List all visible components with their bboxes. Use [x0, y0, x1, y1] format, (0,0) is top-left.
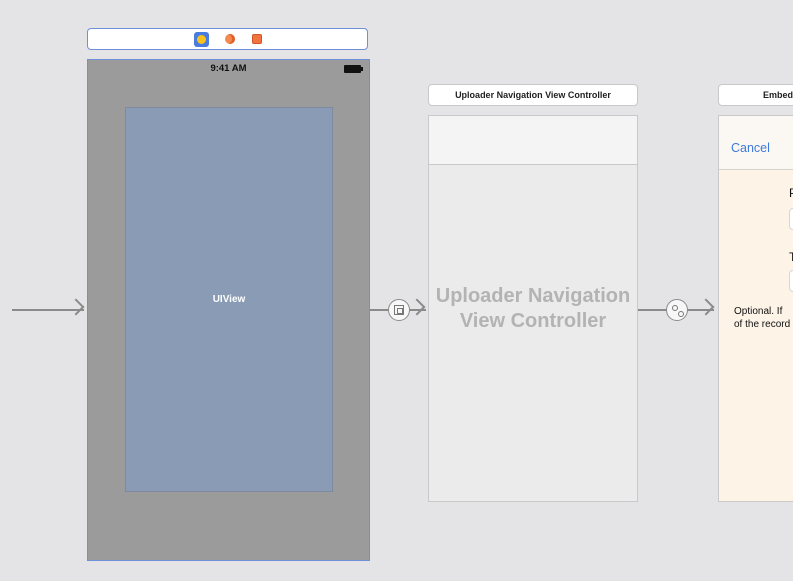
link-icon — [672, 305, 684, 317]
placeholder-line: View Controller — [459, 310, 607, 332]
uiview[interactable]: UIView — [125, 107, 333, 492]
first-view-controller[interactable]: 9:41 AM UIView — [87, 59, 370, 561]
embed-scene-title[interactable]: Embed — [718, 84, 793, 106]
exit-icon[interactable] — [250, 32, 265, 47]
navigation-controller-title[interactable]: Uploader Navigation View Controller — [428, 84, 638, 106]
field-label: P — [789, 186, 793, 200]
navigation-controller[interactable]: Uploader Navigation View Controller — [428, 115, 638, 502]
navigation-bar[interactable] — [429, 116, 637, 165]
uiview-label: UIView — [212, 294, 246, 305]
view-controller-icon[interactable] — [194, 32, 209, 47]
cancel-button[interactable]: Cancel — [731, 141, 770, 155]
container-icon — [394, 305, 404, 315]
text-field[interactable] — [789, 270, 793, 292]
relationship-arrowhead — [697, 298, 715, 316]
text-field[interactable] — [789, 208, 793, 230]
status-bar-time: 9:41 AM — [210, 63, 247, 74]
entry-point-arrowhead — [67, 298, 85, 316]
battery-icon — [344, 65, 363, 73]
scene-dock[interactable] — [87, 28, 368, 50]
embed-navigation-bar: Cancel — [719, 116, 793, 170]
field-label: T — [789, 250, 793, 264]
first-responder-icon[interactable] — [223, 32, 238, 47]
placeholder-line: Uploader Navigation — [435, 285, 631, 307]
embed-segue-icon[interactable] — [388, 299, 410, 321]
optional-note: Optional. If — [734, 306, 783, 317]
relationship-segue-icon[interactable] — [666, 299, 688, 321]
navigation-controller-placeholder: Uploader Navigation View Controller — [429, 284, 637, 334]
segue-arrowhead — [408, 298, 426, 316]
optional-note: of the record — [734, 319, 791, 330]
embed-view-controller[interactable]: Cancel P T Optional. If of the record — [718, 115, 793, 502]
